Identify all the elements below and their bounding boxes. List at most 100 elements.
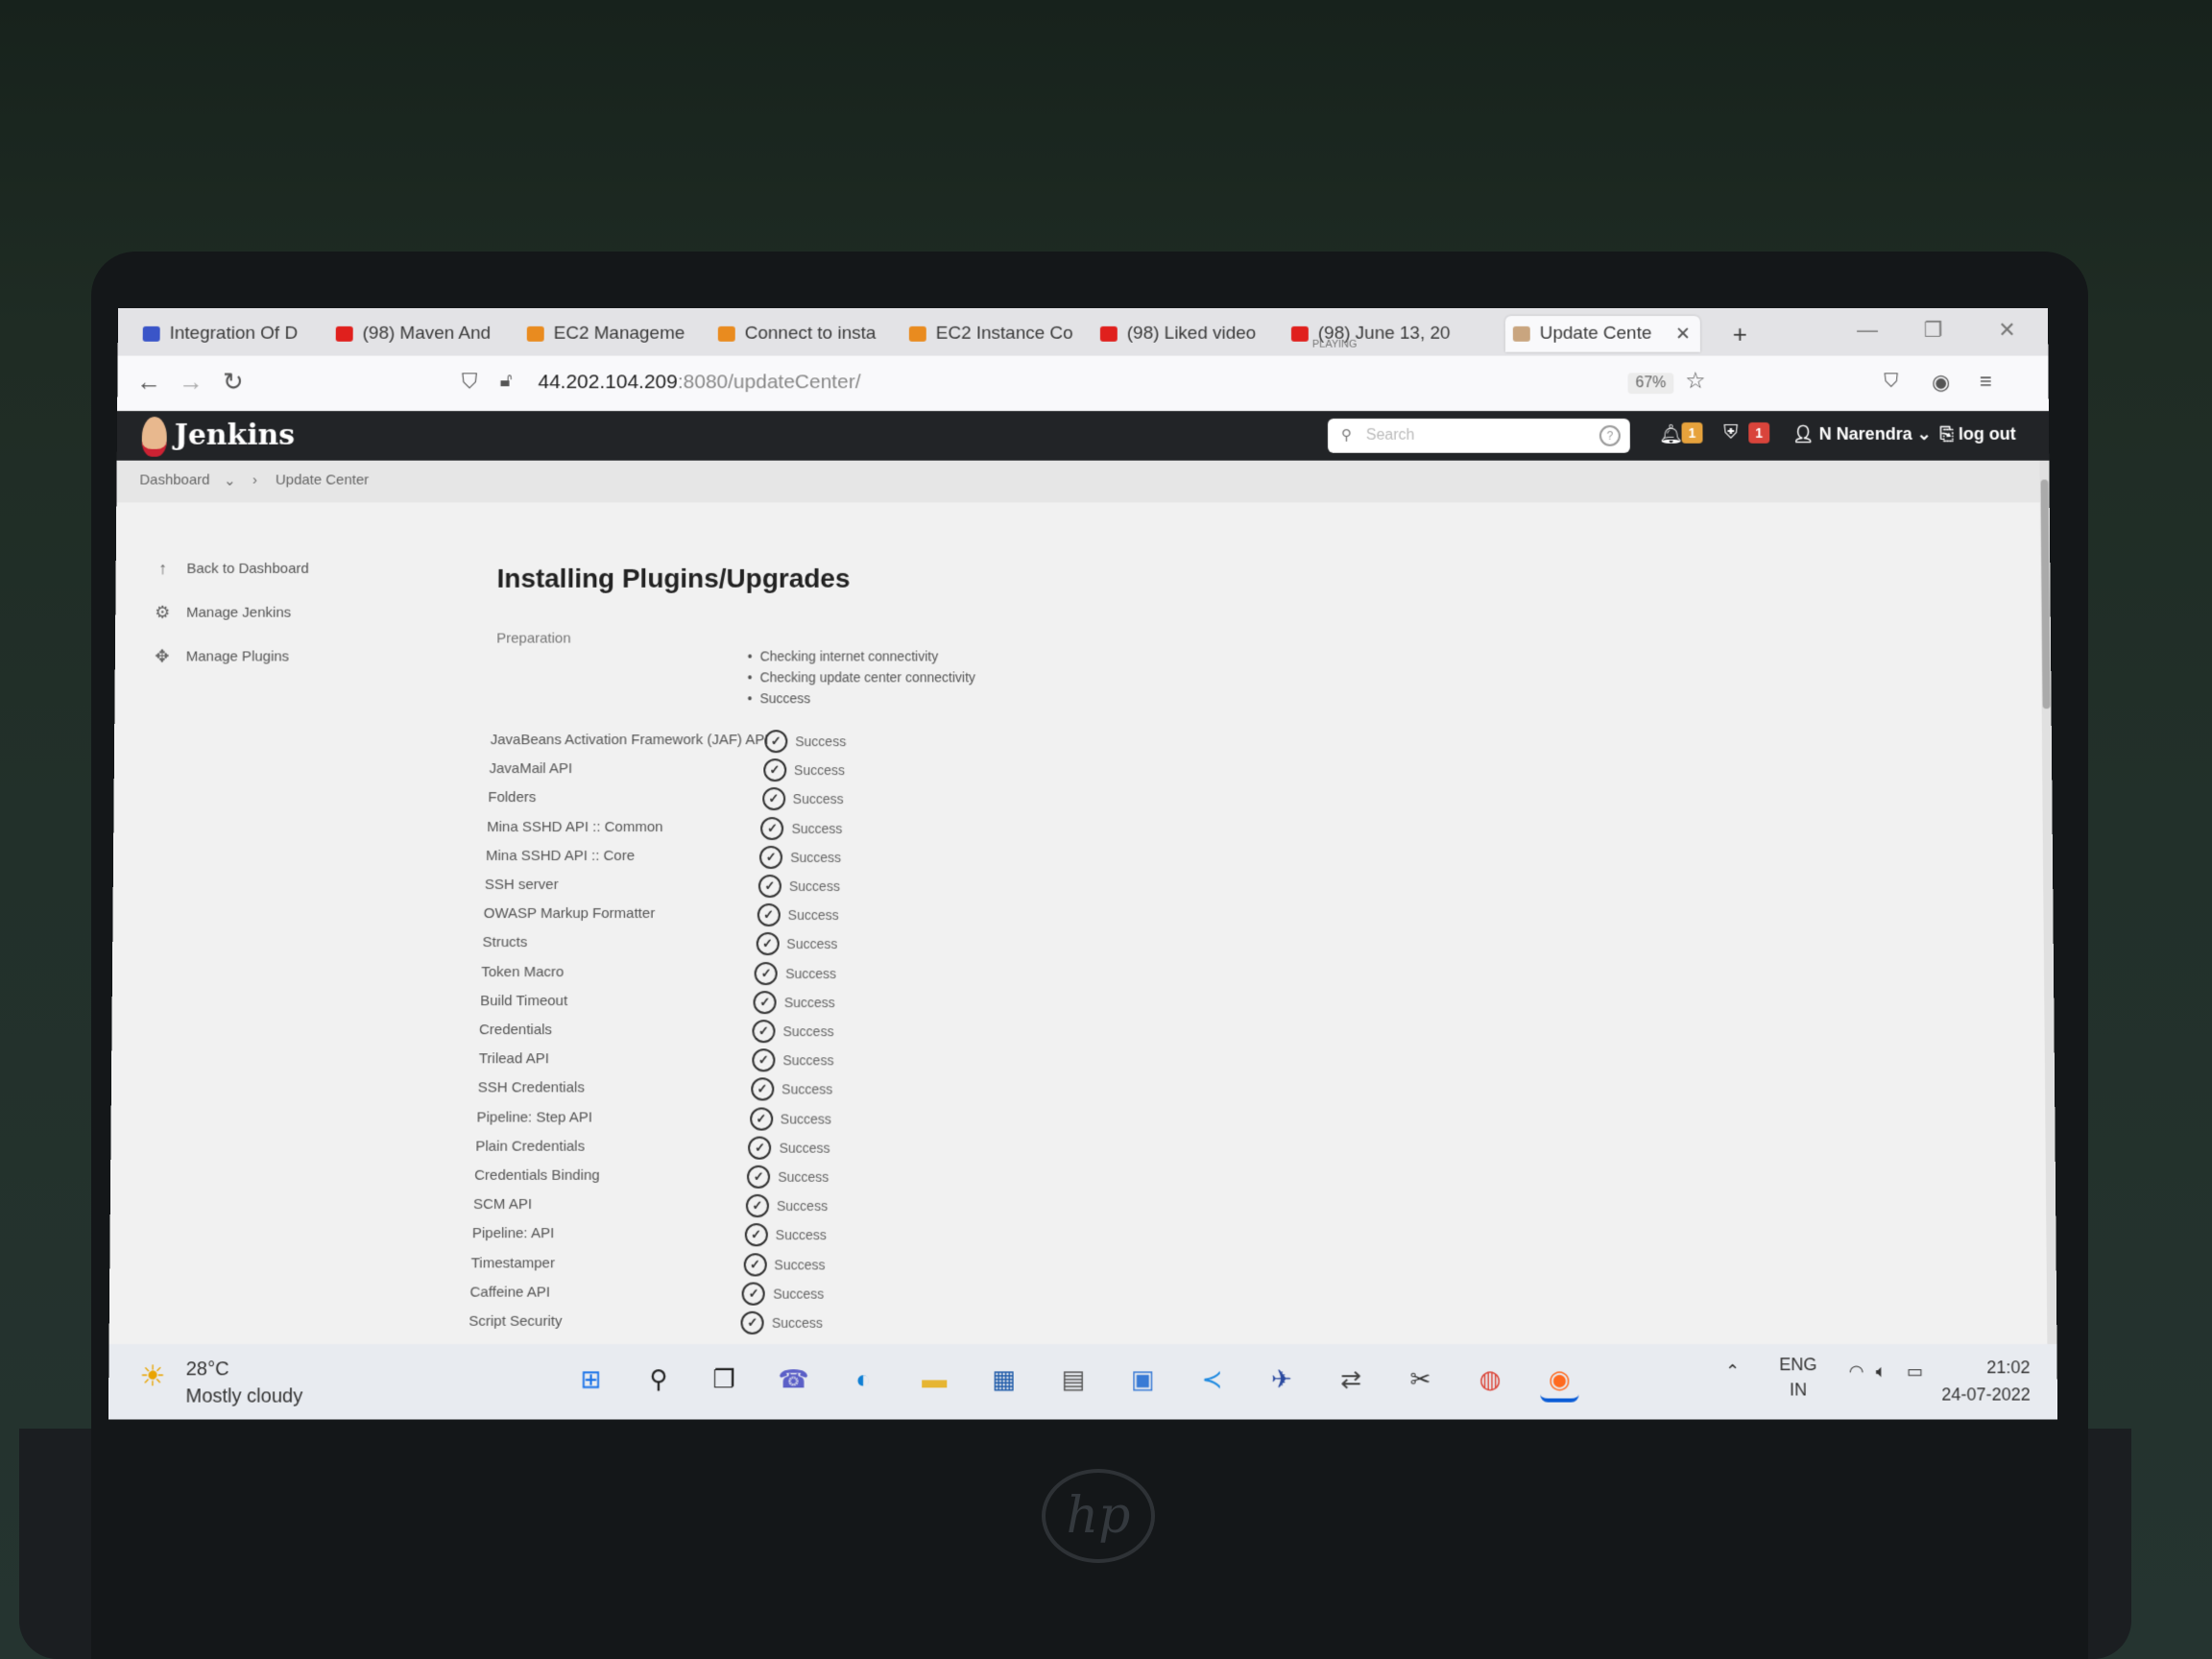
snipping-tool-icon[interactable]: ✂ [1401,1359,1439,1398]
insecure-lock-icon[interactable]: 🔓︎ [500,370,513,392]
plugin-status: ✓ Success [764,730,847,754]
battery-icon[interactable]: ▭ [1907,1361,1923,1382]
plugin-status-label: Success [795,733,847,750]
plugin-name: Credentials Binding [474,1166,600,1184]
plugin-name: SSH server [484,876,559,893]
wifi-icon[interactable]: ◠ [1849,1361,1864,1382]
browser-tab[interactable]: (98) Liked video [1093,316,1282,352]
volume-icon[interactable]: 🔈︎ [1876,1361,1887,1382]
vscode-icon[interactable]: ≺ [1193,1359,1232,1398]
plugin-status: ✓ Success [747,1165,830,1189]
app-icon[interactable]: ✈ [1262,1359,1301,1398]
back-icon[interactable]: ← [136,367,161,397]
chevron-down-icon[interactable]: ⌄ [224,472,236,490]
breadcrumb-dashboard[interactable]: Dashboard [139,472,209,489]
browser-tab-bar: Integration Of D (98) Maven And EC2 Manage… [117,308,2049,356]
remote-desktop-icon[interactable]: ⇄ [1332,1359,1370,1398]
plugin-status-label: Success [782,1023,834,1040]
check-circle-icon: ✓ [745,1194,770,1218]
weather-widget[interactable]: ☀ 28°C Mostly cloudy [139,1356,302,1410]
plugin-status-label: Success [780,1111,831,1127]
microsoft-store-icon[interactable]: ▦ [985,1359,1023,1398]
chevron-down-icon: ⌄ [1916,423,1932,444]
shield-icon[interactable]: ⛉ [462,369,478,394]
restore-icon[interactable]: ❐ [1924,318,1943,343]
browser-tab[interactable]: Connect to insta [710,316,900,352]
plugin-status: ✓ Success [749,1107,831,1131]
plugin-status-label: Success [781,1081,833,1097]
search-icon[interactable]: ⚲ [639,1359,678,1398]
plugin-status: ✓ Success [761,787,844,811]
menu-icon[interactable]: ≡ [1980,369,1992,394]
plugin-status: ✓ Success [757,874,840,898]
pocket-icon[interactable]: ⛉ [1884,371,1898,393]
side-manage-jenkins[interactable]: ⚙ Manage Jenkins [152,602,291,623]
windows-start-icon[interactable]: ⊞ [571,1359,610,1398]
close-window-icon[interactable]: ✕ [1998,318,2016,343]
new-tab-icon[interactable]: + [1733,316,1747,352]
logout-link[interactable]: ⎘ log out [1939,424,2015,445]
chevron-up-icon[interactable]: ⌃ [1725,1361,1740,1382]
plugin-name: Pipeline: API [471,1225,555,1242]
tab-label: (98) Liked video [1126,323,1257,344]
browser-tab[interactable]: Integration Of D [135,316,325,352]
page-title: Installing Plugins/Upgrades [496,563,851,593]
side-back-to-dashboard[interactable]: ↑ Back to Dashboard [152,558,309,579]
chrome-icon[interactable]: ◍ [1471,1359,1509,1398]
check-circle-icon: ✓ [761,787,785,811]
side-item-label: Manage Jenkins [186,604,292,621]
jenkins-logo[interactable]: Jenkins [141,417,296,457]
calculator-icon[interactable]: ▤ [1054,1359,1093,1398]
browser-tab[interactable]: Update Cente ✕ [1504,316,1701,352]
forward-icon[interactable]: → [179,367,204,397]
help-icon[interactable]: ? [1599,424,1621,446]
plugin-status-label: Success [774,1256,826,1273]
user-name: N Narendra [1818,423,1912,444]
side-manage-plugins[interactable]: ✥ Manage Plugins [152,646,289,667]
search-icon: ⚲ [1340,426,1352,444]
search-input[interactable]: ⚲ Search ? [1327,419,1630,453]
bookmark-star-icon[interactable]: ☆ [1685,367,1706,395]
zoom-level[interactable]: 67% [1627,373,1674,395]
address-bar[interactable]: 44.202.104.209:8080/updateCenter/ [538,371,860,394]
browser-tab[interactable]: (98) June 13, 20 PLAYING [1284,316,1473,352]
breadcrumb: Dashboard ⌄ › Update Center [116,460,2050,503]
plugin-name: Structs [482,934,528,951]
close-tab-icon[interactable]: ✕ [1675,323,1691,345]
browser-tab[interactable]: EC2 Manageme [519,316,709,352]
plugin-status: ✓ Success [744,1223,827,1247]
weather-temp: 28°C [185,1358,229,1381]
plugin-name: Credentials [478,1022,553,1039]
edge-icon[interactable]: ◐ [844,1359,882,1398]
plugin-status-label: Success [775,1227,827,1243]
clock[interactable]: 21:02 24-07-2022 [1941,1354,2031,1408]
codecademy-icon [142,325,160,342]
plugin-status-label: Success [785,965,837,981]
security-badge[interactable]: 1 [1748,421,1770,444]
browser-nav-bar: ← → ↻ ⛉ 🔓︎ 44.202.104.209:8080/updateCen… [117,355,2049,413]
preparation-list: Checking internet connectivity Checking … [747,646,975,709]
plugin-name: Folders [488,789,537,806]
preparation-label: Preparation [496,630,571,647]
browser-tab[interactable]: EC2 Instance Co [902,316,1091,352]
plugin-status-label: Success [786,936,838,952]
firefox-icon[interactable]: ◉ [1540,1359,1579,1403]
reload-icon[interactable]: ↻ [223,367,244,397]
notification-badge[interactable]: 1 [1681,421,1703,444]
plugin-name: Token Macro [481,963,565,980]
task-view-icon[interactable]: ❐ [705,1359,743,1398]
plugin-status-label: Success [778,1168,830,1185]
language-indicator[interactable]: ENG IN [1779,1352,1817,1402]
browser-tab[interactable]: (98) Maven And [328,316,517,352]
security-shield-icon[interactable]: ⛨ [1723,422,1738,445]
tab-playing-label: PLAYING [1311,338,1358,350]
aws-icon [717,325,735,342]
bell-icon[interactable]: 🔔︎ [1659,422,1683,446]
user-menu[interactable]: 👤︎ N Narendra ⌄ [1792,424,1932,445]
minimize-icon[interactable]: — [1857,318,1878,343]
disk-manager-icon[interactable]: ▣ [1123,1359,1162,1398]
account-icon[interactable]: ◉ [1932,370,1950,395]
teams-chat-icon[interactable]: ☎ [774,1359,812,1398]
file-explorer-icon[interactable]: ▬ [915,1359,953,1398]
breadcrumb-update-center[interactable]: Update Center [276,472,369,489]
